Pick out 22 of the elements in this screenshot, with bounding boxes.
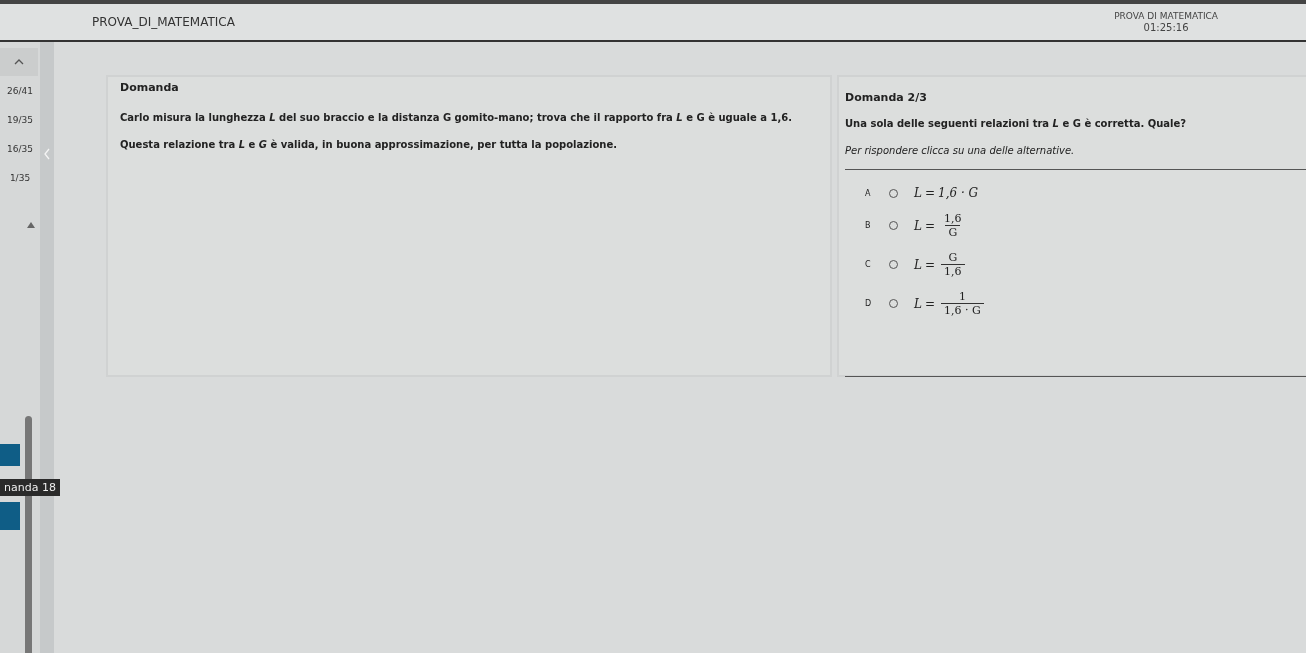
chevron-up-icon [14, 59, 24, 65]
option-letter: B [865, 221, 872, 230]
score-label[interactable]: 16/35 [7, 144, 33, 154]
timer: 01:25:16 [1143, 22, 1189, 34]
option-letter: D [865, 299, 873, 308]
section-heading: Domanda [120, 81, 180, 94]
question-text: Una sola delle seguenti relazioni tra L e G è corretta. Quale? [845, 118, 1188, 129]
score-label[interactable]: 26/41 [7, 86, 33, 96]
option-letter: C [865, 260, 872, 269]
question-number: Domanda 2/3 [845, 91, 928, 104]
tooltip: nanda 18 [0, 479, 60, 496]
test-title: PROVA_DI_MATEMATICA [92, 15, 235, 29]
option-letter: A [865, 188, 872, 198]
triangle-icon [27, 222, 35, 228]
scroll-up-button[interactable] [0, 48, 38, 76]
formula[interactable]: L = 1,6 · G [914, 186, 979, 200]
question-text: Carlo misura la lunghezza L del suo braccio e la distanza G gomito-mano; trova che il rapporto fra L e G è uguale a 1,6. [120, 112, 793, 123]
test-name: PROVA DI MATEMATICA [1114, 10, 1218, 22]
score-label[interactable]: 1/35 [9, 173, 31, 183]
instruction-text: Per rispondere clicca su una delle alternative. [845, 145, 1076, 156]
question-text: Questa relazione tra L e G è valida, in buona approssimazione, per tutta la popolazione. [120, 139, 619, 150]
score-label[interactable]: 19/35 [7, 115, 33, 125]
